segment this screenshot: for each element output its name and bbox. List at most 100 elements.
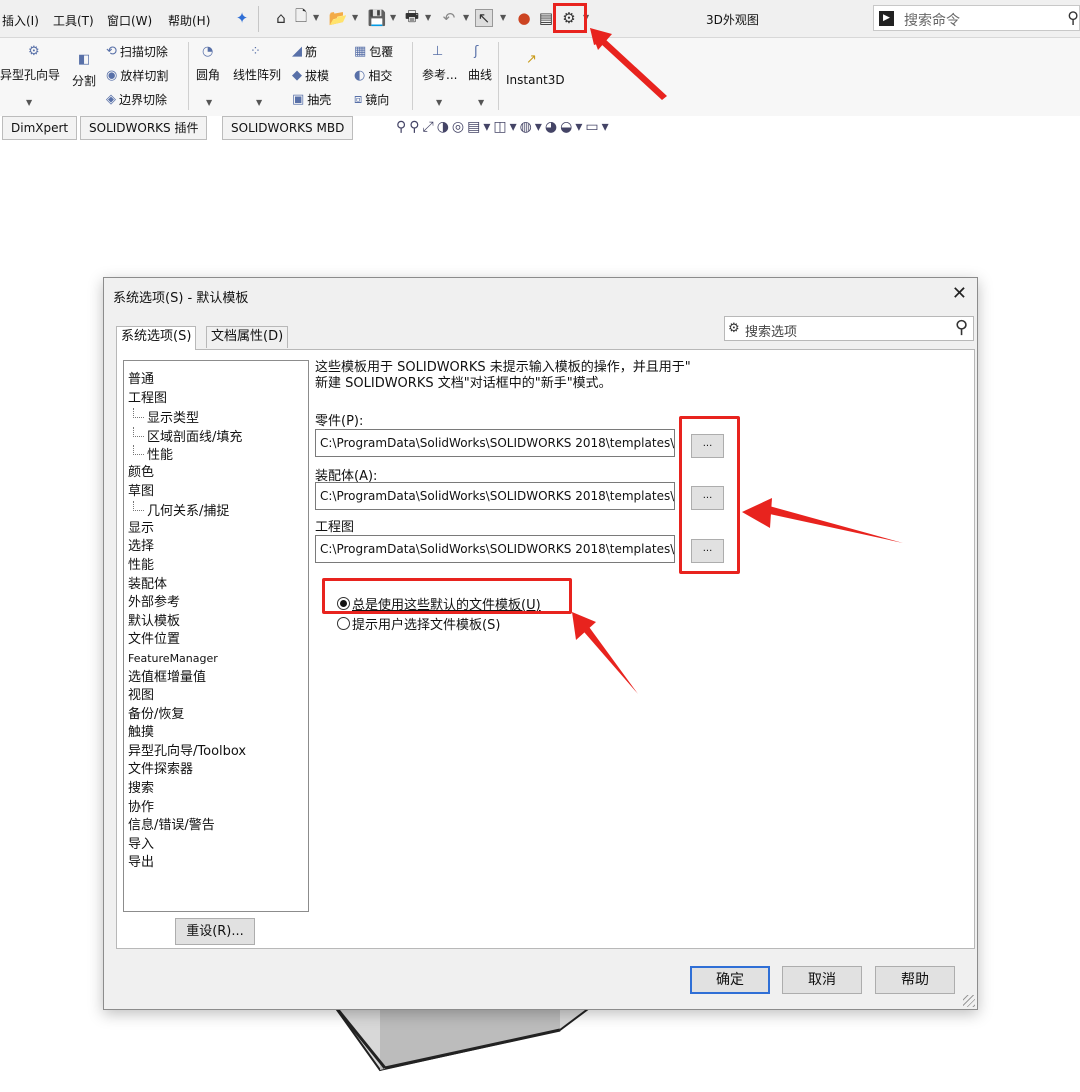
resize-grip[interactable] [963, 995, 975, 1007]
linear-pattern-button[interactable]: 线性阵列 [233, 66, 281, 83]
tree-item[interactable]: 视图 [124, 687, 308, 706]
instant3d-button[interactable]: Instant3D [506, 73, 565, 87]
options-tree[interactable]: 普通 工程图 显示类型 区域剖面线/填充 性能 颜色 草图 几何关系/捕捉 显示 选择 性能 装配体外… [123, 360, 309, 912]
chevron-down-icon[interactable]: ▼ [436, 98, 442, 107]
assembly-template-field[interactable]: C:\ProgramData\SolidWorks\SOLIDWORKS 201… [315, 482, 675, 510]
fillet-button[interactable]: 圆角 [196, 66, 220, 83]
print-icon[interactable]: 🖶 [403, 7, 421, 27]
menu-tools[interactable]: 工具(T) [53, 12, 94, 29]
tab-document-properties[interactable]: 文档属性(D) [206, 326, 289, 348]
shell-button[interactable]: ▣ 抽壳 [292, 91, 331, 108]
reset-button[interactable]: 重设(R)... [175, 918, 255, 945]
sweep-cut-button[interactable]: ⟲ 扫描切除 [106, 43, 168, 60]
chevron-down-icon[interactable]: ▼ [390, 13, 396, 22]
tree-item[interactable]: 草图 [124, 483, 308, 502]
open-folder-icon[interactable]: 📂 [329, 9, 348, 27]
reference-geometry-icon[interactable]: ⊥ [432, 44, 443, 59]
curves-icon[interactable]: ʃ [474, 44, 478, 59]
tab-solidworks-addins[interactable]: SOLIDWORKS 插件 [80, 116, 208, 140]
tree-item[interactable]: 区域剖面线/填充 [124, 427, 308, 446]
intersect-button[interactable]: ◐ 相交 [354, 67, 392, 84]
drawing-browse-button[interactable]: ... [691, 539, 724, 563]
tree-item[interactable]: 外部参考 [124, 594, 308, 613]
cancel-button[interactable]: 取消 [782, 966, 862, 994]
menu-help[interactable]: 帮助(H) [168, 12, 210, 29]
chevron-down-icon[interactable]: ▼ [500, 13, 506, 22]
chevron-down-icon[interactable]: ▼ [206, 98, 212, 107]
chevron-down-icon[interactable]: ▼ [352, 13, 358, 22]
tree-item[interactable]: 异型孔向导/Toolbox [124, 743, 308, 762]
tree-item[interactable]: 默认模板 [124, 613, 308, 632]
help-button[interactable]: 帮助 [875, 966, 955, 994]
tree-item[interactable]: 协作 [124, 799, 308, 818]
ok-button[interactable]: 确定 [690, 966, 770, 994]
search-commands-input[interactable]: ▶ 搜索命令 ⚲ [873, 5, 1080, 31]
part-template-field[interactable]: C:\ProgramData\SolidWorks\SOLIDWORKS 201… [315, 429, 675, 457]
home-icon[interactable]: ⌂ [272, 9, 290, 27]
view-toolbar-icons[interactable]: ⚲⚲⤢◑◎▤▾◫▾◍▾◕◒▾▭▾ [396, 119, 612, 135]
part-browse-button[interactable]: ... [691, 434, 724, 458]
hole-wizard-button[interactable]: 异型孔向导 [0, 66, 60, 83]
tree-item[interactable]: 文件位置 [124, 631, 308, 650]
tree-item[interactable]: 文件探索器 [124, 761, 308, 780]
loft-cut-button[interactable]: ◉ 放样切割 [106, 67, 168, 84]
linear-pattern-icon[interactable]: ⁘ [250, 44, 261, 59]
new-document-icon[interactable]: 🗋 [292, 7, 310, 27]
tree-item[interactable]: 导出 [124, 854, 308, 873]
draft-button[interactable]: ◆ 拔模 [292, 67, 329, 84]
tab-solidworks-mbd[interactable]: SOLIDWORKS MBD [222, 116, 354, 140]
search-options-input[interactable]: ⚙ 搜索选项 ⚲ [724, 316, 974, 341]
radio-always-use-defaults[interactable]: 总是使用这些默认的文件模板(U) [337, 594, 541, 613]
tree-item[interactable]: 工程图 [124, 390, 308, 409]
radio-prompt-user[interactable]: 提示用户选择文件模板(S) [337, 614, 500, 633]
chevron-down-icon[interactable]: ▼ [463, 13, 469, 22]
tree-item[interactable]: 装配体 [124, 576, 308, 595]
tree-item[interactable]: 颜色 [124, 464, 308, 483]
close-icon[interactable]: ✕ [952, 283, 967, 304]
search-icon[interactable]: ⚲ [1067, 8, 1079, 27]
instant3d-icon[interactable]: ↗ [526, 52, 537, 67]
assembly-browse-button[interactable]: ... [691, 486, 724, 510]
tree-item[interactable]: 性能 [124, 445, 308, 464]
rib-button[interactable]: ◢ 筋 [292, 43, 317, 60]
chevron-down-icon[interactable]: ▼ [26, 98, 32, 107]
mirror-button[interactable]: ⧈ 镜向 [354, 91, 389, 108]
boundary-cut-button[interactable]: ◈ 边界切除 [106, 91, 167, 108]
pin-icon[interactable]: ✦ [233, 9, 251, 27]
tree-item[interactable]: 显示 [124, 520, 308, 539]
curves-button[interactable]: 曲线 [468, 66, 492, 83]
save-icon[interactable]: 💾 [368, 9, 387, 27]
tree-item[interactable]: 显示类型 [124, 408, 308, 427]
tree-item[interactable]: 搜索 [124, 780, 308, 799]
chevron-down-icon[interactable]: ▼ [256, 98, 262, 107]
tree-item[interactable]: 普通 [124, 371, 308, 390]
tree-item[interactable]: 导入 [124, 836, 308, 855]
tree-item[interactable]: 性能 [124, 557, 308, 576]
search-icon[interactable]: ⚲ [955, 317, 968, 338]
undo-icon[interactable]: ↶ [440, 9, 458, 27]
menu-insert[interactable]: 插入(I) [2, 12, 39, 29]
chevron-down-icon[interactable]: ▼ [478, 98, 484, 107]
wrap-button[interactable]: ▦ 包覆 [354, 43, 393, 60]
hole-wizard-icon[interactable]: ⚙ [28, 44, 40, 59]
split-icon[interactable]: ◧ [78, 52, 90, 67]
tree-item[interactable]: 备份/恢复 [124, 706, 308, 725]
chevron-down-icon[interactable]: ▼ [425, 13, 431, 22]
tab-dimxpert[interactable]: DimXpert [2, 116, 78, 140]
chevron-down-icon[interactable]: ▼ [313, 13, 319, 22]
radio-unselected-icon[interactable] [337, 617, 350, 630]
tree-item[interactable]: FeatureManager [124, 650, 308, 669]
tree-item[interactable]: 几何关系/捕捉 [124, 501, 308, 520]
menu-window[interactable]: 窗口(W) [107, 12, 152, 29]
fillet-icon[interactable]: ◔ [202, 44, 213, 59]
rebuild-traffic-light-icon[interactable]: ● [515, 9, 533, 27]
select-cursor-icon[interactable]: ↖ [475, 9, 493, 27]
reference-geometry-button[interactable]: 参考... [422, 66, 457, 83]
tree-item[interactable]: 选值框增量值 [124, 669, 308, 688]
radio-selected-icon[interactable] [337, 597, 350, 610]
drawing-template-field[interactable]: C:\ProgramData\SolidWorks\SOLIDWORKS 201… [315, 535, 675, 563]
tree-item[interactable]: 信息/错误/警告 [124, 817, 308, 836]
split-button[interactable]: 分割 [72, 72, 96, 89]
tree-item[interactable]: 触摸 [124, 724, 308, 743]
tab-system-options[interactable]: 系统选项(S) [116, 326, 197, 350]
